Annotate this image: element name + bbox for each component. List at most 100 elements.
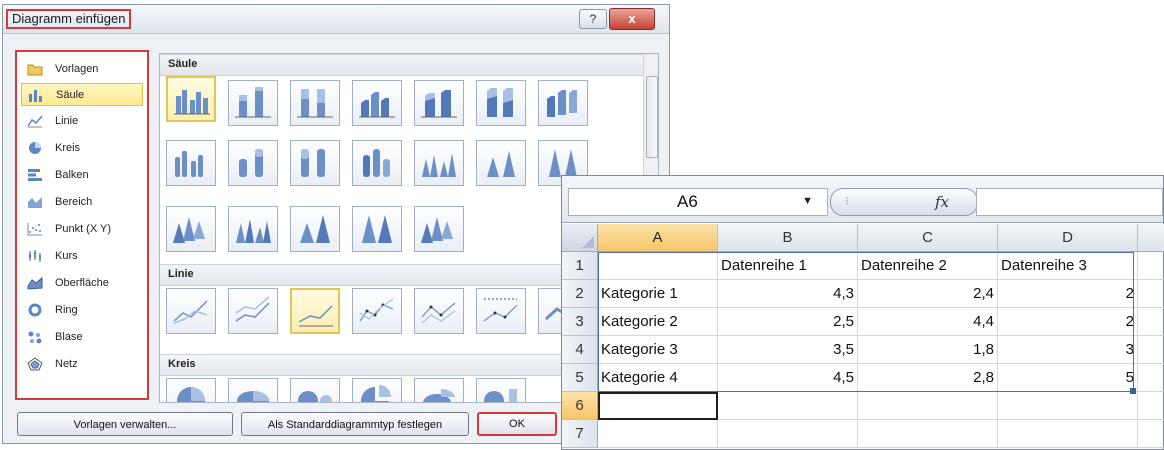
type-item-bereich[interactable]: Bereich (21, 191, 143, 214)
cell-a4[interactable]: Kategorie 3 (598, 336, 718, 364)
cell-b4[interactable]: 3,5 (718, 336, 858, 364)
insert-function-button[interactable]: fx (935, 193, 949, 211)
thumb-clustered-cone[interactable] (414, 140, 464, 186)
row-header-2[interactable]: 2 (562, 280, 598, 308)
thumb-3d-cylinder[interactable] (352, 140, 402, 186)
thumb-bar-of-pie[interactable] (476, 378, 526, 402)
thumb-stacked-line-markers[interactable] (414, 288, 464, 334)
thumb-100-stacked-cylinder[interactable] (290, 140, 340, 186)
thumb-3d-pie[interactable] (228, 378, 278, 402)
ok-button[interactable]: OK (477, 412, 557, 436)
thumb-3d-stacked-column[interactable] (414, 80, 464, 126)
type-item-kurs[interactable]: Kurs (21, 245, 143, 268)
thumb-pie-of-pie[interactable] (290, 378, 340, 402)
thumb-100-stacked-column[interactable] (290, 80, 340, 126)
thumb-clustered-column[interactable] (166, 76, 216, 122)
cell-d2[interactable]: 2 (998, 280, 1138, 308)
cell-d5[interactable]: 5 (998, 364, 1138, 392)
cell-e3[interactable] (1138, 308, 1164, 336)
cell-b5[interactable]: 4,5 (718, 364, 858, 392)
row-header-3[interactable]: 3 (562, 308, 598, 336)
column-header-c[interactable]: C (858, 224, 998, 252)
cell-c6[interactable] (858, 392, 998, 420)
row-header-4[interactable]: 4 (562, 336, 598, 364)
help-button[interactable]: ? (579, 9, 607, 29)
thumb-100-stacked-pyramid[interactable] (352, 206, 402, 252)
cell-c3[interactable]: 4,4 (858, 308, 998, 336)
cell-b2[interactable]: 4,3 (718, 280, 858, 308)
cell-b6[interactable] (718, 392, 858, 420)
thumb-3d-exploded-pie[interactable] (414, 378, 464, 402)
cell-a6-active[interactable] (598, 392, 718, 420)
cell-d4[interactable]: 3 (998, 336, 1138, 364)
type-item-oberflaeche[interactable]: Oberfläche (21, 272, 143, 295)
cell-d6[interactable] (998, 392, 1138, 420)
thumb-exploded-pie[interactable] (352, 378, 402, 402)
column-header-d[interactable]: D (998, 224, 1138, 252)
thumb-3d-column[interactable] (538, 80, 588, 126)
row-header-6[interactable]: 6 (562, 392, 598, 420)
type-item-balken[interactable]: Balken (21, 164, 143, 187)
thumb-stacked-cone[interactable] (476, 140, 526, 186)
thumb-stacked-cylinder[interactable] (228, 140, 278, 186)
set-default-chart-button[interactable]: Als Standarddiagrammtyp festlegen (241, 412, 469, 436)
cell-b3[interactable]: 2,5 (718, 308, 858, 336)
thumb-100-stacked-line-markers[interactable] (476, 288, 526, 334)
thumb-100-stacked-line[interactable] (290, 288, 340, 334)
cell-c1[interactable]: Datenreihe 2 (858, 252, 998, 280)
thumb-3d-cone[interactable] (166, 206, 216, 252)
thumb-stacked-column[interactable] (228, 80, 278, 126)
cell-c2[interactable]: 2,4 (858, 280, 998, 308)
thumb-3d-clustered-column[interactable] (352, 80, 402, 126)
cell-e1[interactable] (1138, 252, 1164, 280)
scrollbar-thumb[interactable] (646, 76, 658, 158)
cell-d3[interactable]: 2 (998, 308, 1138, 336)
type-item-ring[interactable]: Ring (21, 299, 143, 322)
cell-c5[interactable]: 2,8 (858, 364, 998, 392)
column-header-b[interactable]: B (718, 224, 858, 252)
thumb-3d-pyramid[interactable] (414, 206, 464, 252)
thumb-stacked-pyramid[interactable] (290, 206, 340, 252)
name-box[interactable]: A6 ▼ (568, 188, 828, 216)
formula-input[interactable] (976, 188, 1163, 216)
type-item-linie[interactable]: Linie (21, 110, 143, 133)
thumb-3d-100-stacked-column[interactable] (476, 80, 526, 126)
cell-e7[interactable] (1138, 420, 1164, 448)
cell-e2[interactable] (1138, 280, 1164, 308)
cell-c7[interactable] (858, 420, 998, 448)
cell-b1[interactable]: Datenreihe 1 (718, 252, 858, 280)
cell-c4[interactable]: 1,8 (858, 336, 998, 364)
manage-templates-button[interactable]: Vorlagen verwalten... (17, 412, 233, 436)
type-item-netz[interactable]: Netz (21, 353, 143, 376)
cell-a1[interactable] (598, 252, 718, 280)
thumb-stacked-line[interactable] (228, 288, 278, 334)
thumb-line[interactable] (166, 288, 216, 334)
thumb-pie[interactable] (166, 378, 216, 402)
cell-b7[interactable] (718, 420, 858, 448)
column-header-e[interactable] (1138, 224, 1164, 252)
row-header-5[interactable]: 5 (562, 364, 598, 392)
cell-a3[interactable]: Kategorie 2 (598, 308, 718, 336)
row-header-1[interactable]: 1 (562, 252, 598, 280)
type-item-vorlagen[interactable]: Vorlagen (21, 58, 143, 81)
cell-e4[interactable] (1138, 336, 1164, 364)
row-header-7[interactable]: 7 (562, 420, 598, 448)
cell-a2[interactable]: Kategorie 1 (598, 280, 718, 308)
type-item-saeule[interactable]: Säule (21, 83, 143, 106)
cell-d7[interactable] (998, 420, 1138, 448)
cell-d1[interactable]: Datenreihe 3 (998, 252, 1138, 280)
cell-e5[interactable] (1138, 364, 1164, 392)
thumb-line-markers[interactable] (352, 288, 402, 334)
range-resize-handle[interactable] (1130, 388, 1136, 394)
resize-handle-icon[interactable]: ⁝ (845, 194, 849, 208)
thumb-clustered-pyramid[interactable] (228, 206, 278, 252)
cell-e6[interactable] (1138, 392, 1164, 420)
select-all-button[interactable] (562, 224, 598, 252)
column-header-a[interactable]: A (598, 224, 718, 252)
chevron-down-icon[interactable]: ▼ (802, 195, 813, 207)
cell-a7[interactable] (598, 420, 718, 448)
thumb-clustered-cylinder[interactable] (166, 140, 216, 186)
cell-a5[interactable]: Kategorie 4 (598, 364, 718, 392)
type-item-blase[interactable]: Blase (21, 326, 143, 349)
type-item-punkt[interactable]: Punkt (X Y) (21, 218, 143, 241)
